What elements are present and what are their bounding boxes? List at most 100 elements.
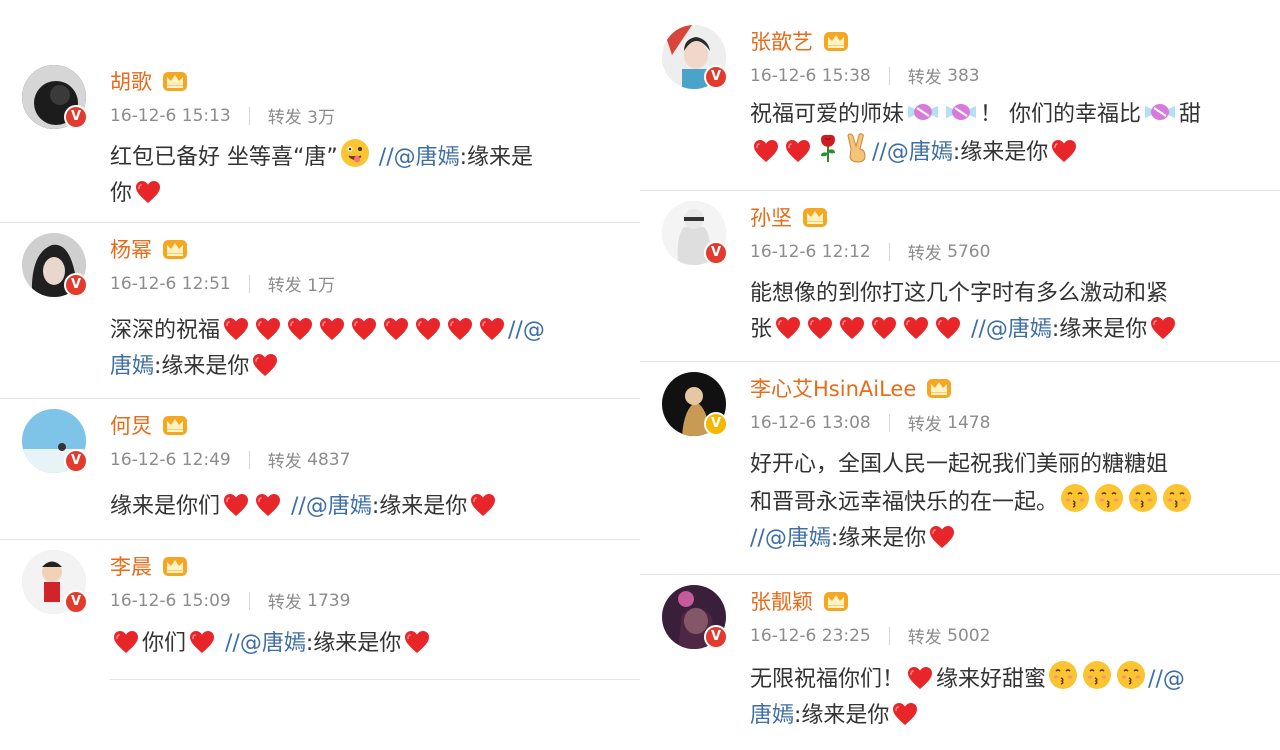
heart-icon	[935, 316, 961, 340]
kiss-face-icon	[1094, 483, 1124, 513]
heart-icon	[892, 702, 918, 726]
post-text: 无限祝福你们！ 缘来好甜蜜//@ 唐嫣:缘来是你	[750, 660, 1280, 734]
peace-hand-icon	[844, 133, 870, 163]
user-name[interactable]: 李心艾HsinAiLee	[750, 373, 916, 403]
repost-label: 转发	[267, 108, 302, 128]
heart-icon	[223, 317, 249, 341]
crown-icon	[162, 555, 188, 577]
post-date: 16-12-6 15:38	[750, 65, 871, 86]
repost-label: 转发	[267, 593, 302, 613]
heart-icon	[871, 316, 897, 340]
verified-badge-icon: V	[704, 412, 728, 436]
post-he-jiong: V 何炅 16-12-6 12:49 转发 4837 缘来是你们 //@唐嫣:缘…	[0, 398, 640, 539]
mention-link[interactable]: @唐嫣	[887, 140, 953, 165]
divider	[110, 679, 640, 680]
repost-count: 1万	[307, 276, 335, 296]
heart-icon	[839, 316, 865, 340]
mention-link[interactable]: 唐嫣	[110, 354, 154, 379]
post-date: 16-12-6 15:09	[110, 590, 231, 611]
user-name[interactable]: 孙坚	[750, 202, 792, 232]
mention-link[interactable]: @唐嫣	[986, 317, 1052, 342]
verified-badge-icon: V	[704, 65, 728, 89]
kiss-face-icon	[1162, 483, 1192, 513]
post-zhang-xin-yi: V 张歆艺 16-12-6 15:38 转发 383 祝福可爱的师妹！ 你们的幸…	[640, 15, 1280, 190]
user-name[interactable]: 何炅	[110, 410, 152, 440]
heart-icon	[753, 139, 779, 163]
heart-icon	[1051, 139, 1077, 163]
mention-link[interactable]: @唐嫣	[240, 631, 306, 656]
post-text: 好开心，全国人民一起祝我们美丽的糖糖姐 和晋哥永远幸福快乐的在一起。 //@唐嫣…	[750, 447, 1280, 557]
heart-icon	[113, 630, 139, 654]
heart-icon	[223, 493, 249, 517]
user-name[interactable]: 李晨	[110, 551, 152, 581]
repost-count: 1478	[947, 412, 991, 433]
heart-icon	[775, 316, 801, 340]
mention-link[interactable]: @唐嫣	[765, 526, 831, 551]
crown-icon	[162, 238, 188, 260]
heart-icon	[479, 317, 505, 341]
verified-badge-icon: V	[704, 625, 728, 649]
heart-icon	[807, 316, 833, 340]
verified-badge-icon: V	[64, 590, 88, 614]
heart-icon	[1150, 316, 1176, 340]
mention-link[interactable]: 唐嫣	[750, 703, 794, 728]
repost-count: 3万	[307, 108, 335, 128]
user-name[interactable]: 杨幂	[110, 234, 152, 264]
kiss-face-icon	[1048, 660, 1078, 690]
crown-icon	[823, 590, 849, 612]
heart-icon	[929, 525, 955, 549]
crown-icon	[823, 30, 849, 52]
user-name[interactable]: 张靓颖	[750, 586, 813, 616]
rose-icon	[816, 133, 840, 163]
repost-label: 转发	[907, 244, 942, 264]
post-hu-ge: V 胡歌 16-12-6 15:13 转发 3万 红包已备好 坐等喜“唐” //…	[0, 55, 640, 222]
verified-badge-icon: V	[64, 273, 88, 297]
heart-icon	[447, 317, 473, 341]
heart-icon	[319, 317, 345, 341]
post-date: 16-12-6 15:13	[110, 105, 231, 126]
verified-badge-icon: V	[704, 241, 728, 265]
post-yang-mi: V 杨幂 16-12-6 12:51 转发 1万 深深的祝福//@ 唐嫣:缘来是…	[0, 222, 640, 398]
heart-icon	[903, 316, 929, 340]
user-name[interactable]: 胡歌	[110, 66, 152, 96]
heart-icon	[415, 317, 441, 341]
post-li-chen: V 李晨 16-12-6 15:09 转发 1739 你们 //@唐嫣:缘来是你	[0, 539, 640, 680]
post-text: 深深的祝福//@ 唐嫣:缘来是你	[110, 317, 545, 379]
heart-icon	[351, 317, 377, 341]
heart-icon	[135, 180, 161, 204]
repost-label: 转发	[907, 68, 942, 88]
kiss-face-icon	[1082, 660, 1112, 690]
crown-icon	[162, 70, 188, 92]
post-text: 你们 //@唐嫣:缘来是你	[110, 626, 640, 662]
post-text: 缘来是你们 //@唐嫣:缘来是你	[110, 489, 640, 525]
post-li-xin-ai: V 李心艾HsinAiLee 16-12-6 13:08 转发 1478 好开心…	[640, 361, 1280, 574]
mention-link[interactable]: @唐嫣	[394, 145, 460, 170]
post-date: 16-12-6 12:49	[110, 449, 231, 470]
post-date: 16-12-6 12:51	[110, 273, 231, 294]
repost-count: 4837	[307, 449, 351, 470]
mention-link[interactable]: @唐嫣	[306, 494, 372, 519]
heart-icon	[907, 666, 933, 690]
repost-label: 转发	[267, 276, 302, 296]
left-column: V 胡歌 16-12-6 15:13 转发 3万 红包已备好 坐等喜“唐” //…	[0, 55, 640, 680]
crown-icon	[162, 414, 188, 436]
heart-icon	[252, 353, 278, 377]
post-date: 16-12-6 23:25	[750, 625, 871, 646]
heart-icon	[255, 317, 281, 341]
heart-icon	[255, 493, 281, 517]
heart-icon	[287, 317, 313, 341]
heart-icon	[383, 317, 409, 341]
repost-count: 5002	[947, 625, 991, 646]
repost-label: 转发	[907, 415, 942, 435]
post-text: 能想像的到你打这几个字时有多么激动和紧 张 //@唐嫣:缘来是你	[750, 276, 1280, 348]
kiss-face-icon	[1060, 483, 1090, 513]
user-name[interactable]: 张歆艺	[750, 26, 813, 56]
heart-icon	[189, 630, 215, 654]
post-text: 祝福可爱的师妹！ 你们的幸福比甜 //@唐嫣:缘来是你	[750, 97, 1280, 171]
heart-icon	[785, 139, 811, 163]
post-date: 16-12-6 12:12	[750, 241, 871, 262]
candy-icon	[944, 99, 978, 125]
crown-icon	[926, 377, 952, 399]
crown-icon	[802, 206, 828, 228]
post-sun-jian: V 孙坚 16-12-6 12:12 转发 5760 能想像的到你打这几个字时有…	[640, 190, 1280, 361]
